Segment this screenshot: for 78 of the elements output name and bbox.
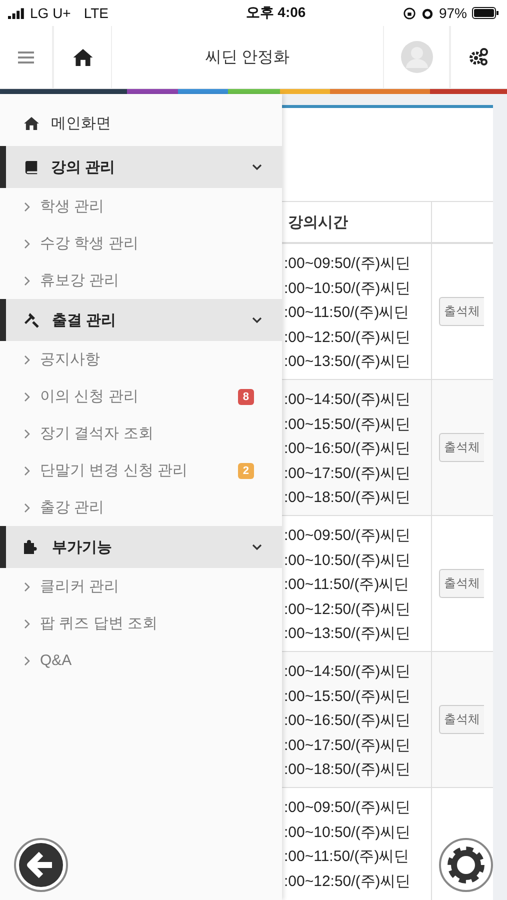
hammer-icon bbox=[24, 312, 40, 328]
time-slot: :00~11:50/(주)씨딘 bbox=[284, 573, 431, 598]
attendance-button[interactable]: 출석체 bbox=[439, 297, 484, 326]
time-slot: :00~13:50/(주)씨딘 bbox=[284, 622, 431, 646]
time-slot: :00~18:50/(주)씨딘 bbox=[284, 486, 431, 510]
time-slot: :00~10:50/(주)씨딘 bbox=[284, 548, 431, 573]
chevron-icon bbox=[24, 466, 30, 476]
chevron-icon bbox=[252, 316, 262, 324]
time-slot: :00~09:50/(주)씨딘 bbox=[284, 524, 431, 548]
chevron-icon bbox=[24, 392, 30, 402]
menu-section[interactable]: 부가기능 bbox=[0, 526, 282, 568]
time-slot: :00~12:50/(주)씨딘 bbox=[284, 326, 431, 350]
submenu-item[interactable]: 단말기 변경 신청 관리 2 bbox=[0, 452, 282, 489]
time-slot: :00~14:50/(주)씨딘 bbox=[284, 660, 431, 684]
settings-icon bbox=[469, 48, 489, 66]
submenu-item[interactable]: Q&A bbox=[0, 642, 282, 679]
submenu-item[interactable]: 클리커 관리 bbox=[0, 568, 282, 605]
count-badge: 8 bbox=[238, 388, 254, 404]
chevron-icon bbox=[24, 202, 30, 212]
battery-percent: 97% bbox=[438, 5, 467, 21]
time-slot: :00~17:50/(주)씨딘 bbox=[284, 734, 431, 758]
chevron-icon bbox=[24, 618, 30, 628]
time-slot: :00~16:50/(주)씨딘 bbox=[284, 437, 431, 462]
submenu-item[interactable]: 이의 신청 관리 8 bbox=[0, 378, 282, 415]
submenu-item[interactable]: 휴보강 관리 bbox=[0, 262, 282, 299]
home-button[interactable] bbox=[53, 26, 112, 88]
attendance-button[interactable]: 출석체 bbox=[439, 569, 484, 598]
time-slot: :00~13:50/(주)씨딘 bbox=[284, 350, 431, 374]
time-slot: :00~11:50/(주)씨딘 bbox=[284, 845, 431, 870]
count-badge: 2 bbox=[238, 462, 254, 478]
time-slot: :00~15:50/(주)씨딘 bbox=[284, 684, 431, 709]
attendance-button[interactable]: 출석체 bbox=[439, 705, 484, 734]
time-slot: :00~16:50/(주)씨딘 bbox=[284, 709, 431, 734]
menu-icon bbox=[18, 50, 34, 64]
carrier-name: LG U+ bbox=[30, 5, 71, 21]
submenu-item[interactable]: 학생 관리 bbox=[0, 188, 282, 225]
chevron-icon bbox=[24, 354, 30, 364]
menu-item[interactable]: 메인화면 bbox=[0, 106, 282, 140]
puzzle-icon bbox=[24, 540, 40, 554]
attendance-button[interactable]: 출석체 bbox=[439, 433, 484, 462]
avatar-icon bbox=[400, 41, 432, 73]
chevron-icon bbox=[24, 428, 30, 438]
clock: 오후 4:06 bbox=[246, 4, 306, 22]
chevron-icon bbox=[252, 164, 262, 170]
chevron-icon bbox=[24, 502, 30, 512]
time-slot: :00~09:50/(주)씨딘 bbox=[284, 252, 431, 276]
time-slot: :00~10:50/(주)씨딘 bbox=[284, 820, 431, 845]
time-slot: :00~18:50/(주)씨딘 bbox=[284, 758, 431, 782]
time-slot: :00~10:50/(주)씨딘 bbox=[284, 276, 431, 301]
network-type: LTE bbox=[84, 5, 108, 21]
time-slot: :00~12:50/(주)씨딘 bbox=[284, 870, 431, 894]
time-slot: :00~11:50/(주)씨딘 bbox=[284, 301, 431, 326]
time-slot: :00~17:50/(주)씨딘 bbox=[284, 462, 431, 486]
submenu-item[interactable]: 출강 관리 bbox=[0, 489, 282, 526]
menu-section[interactable]: 강의 관리 bbox=[0, 146, 282, 188]
chevron-icon bbox=[24, 656, 30, 666]
submenu-item[interactable]: 공지사항 bbox=[0, 341, 282, 378]
time-slot: :00~15:50/(주)씨딘 bbox=[284, 412, 431, 437]
chevron-icon bbox=[24, 238, 30, 248]
book-icon bbox=[24, 160, 39, 174]
submenu-item[interactable]: 수강 학생 관리 bbox=[0, 225, 282, 262]
submenu-item[interactable]: 팝 퀴즈 답변 조회 bbox=[0, 605, 282, 642]
rotation-lock-icon bbox=[402, 6, 416, 20]
menu-section[interactable]: 출결 관리 bbox=[0, 299, 282, 341]
home-icon bbox=[24, 116, 39, 130]
chevron-icon bbox=[252, 544, 262, 550]
time-slot: :00~09:50/(주)씨딘 bbox=[284, 796, 431, 820]
chevron-icon bbox=[24, 582, 30, 592]
column-header: 강의시간 bbox=[282, 202, 432, 242]
chevron-icon bbox=[24, 276, 30, 286]
submenu-item[interactable]: 장기 결석자 조회 bbox=[0, 415, 282, 452]
home-icon bbox=[72, 48, 92, 66]
signal-icon bbox=[8, 8, 25, 18]
page-title: 씨딘 안정화 bbox=[204, 48, 291, 68]
battery-icon bbox=[472, 7, 499, 19]
alarm-icon bbox=[420, 6, 434, 20]
time-slot: :00~14:50/(주)씨딘 bbox=[284, 388, 431, 412]
time-slot: :00~12:50/(주)씨딘 bbox=[284, 598, 431, 622]
